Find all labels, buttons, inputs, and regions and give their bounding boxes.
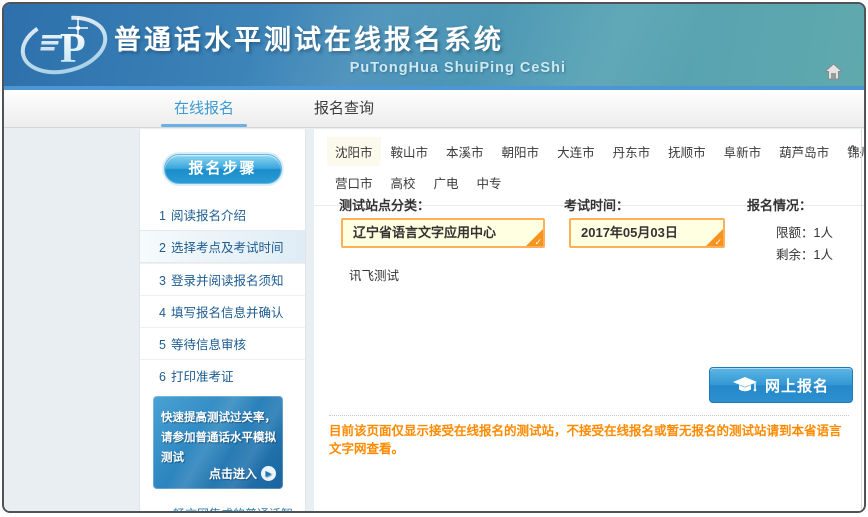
banner-line1: 快速提高测试过关率， (161, 408, 276, 428)
step-label: 登录并阅读报名须知 (171, 274, 284, 288)
city-tab[interactable]: 本溪市 (438, 137, 492, 166)
exam-time-label: 考试时间： (564, 195, 629, 214)
station-category-label: 测试站点分类： (339, 195, 430, 214)
station-selected-option[interactable]: 辽宁省语言文字应用中心 ✓ (341, 218, 545, 248)
step-login-read-notice[interactable]: 3 登录并阅读报名须知 (140, 263, 305, 295)
city-tab[interactable]: 营口市 (327, 168, 381, 197)
tab-registration-query[interactable]: 报名查询 (299, 90, 389, 127)
city-tab[interactable]: 葫芦岛市 (771, 137, 837, 166)
check-icon: ✓ (534, 238, 542, 247)
content-area: 报名步骤 1 阅读报名介绍 2 选择考点及考试时间 3 登录并阅读报名须知 4 填写报名… (4, 129, 864, 511)
selection-form: 测试站点分类： 辽宁省语言文字应用中心 ✓ 讯飞测试 考试时间： 2017年05… (314, 195, 864, 355)
city-tab[interactable]: 鞍山市 (383, 137, 437, 166)
station-option-xunfei[interactable]: 讯飞测试 (349, 265, 399, 284)
step-print-ticket[interactable]: 6 打印准考证 (140, 359, 305, 391)
station-selected-text: 辽宁省语言文字应用中心 (353, 225, 496, 240)
graduation-cap-icon (733, 377, 757, 394)
city-tab-secondary[interactable]: 中专 (469, 168, 510, 197)
page-subtitle: PuTongHua ShuiPing CeShi (114, 60, 566, 76)
banner-line2: 请参加普通话水平模拟测试 (161, 428, 276, 468)
banner-text: 快速提高测试过关率， 请参加普通话水平模拟测试 (153, 396, 283, 468)
main-nav: 在线报名 报名查询 (4, 90, 864, 128)
step-choose-site-time[interactable]: 2 选择考点及考试时间 (140, 230, 305, 263)
step-label: 等待信息审核 (171, 338, 246, 352)
quota-limit: 限额：1人 (776, 222, 833, 241)
quota-remaining: 剩余：1人 (776, 244, 833, 263)
step-number: 6 (159, 370, 166, 384)
banner-cta-label: 点击进入 (209, 465, 257, 482)
step-number: 4 (159, 306, 166, 320)
step-label: 填写报名信息并确认 (171, 306, 284, 320)
online-register-button[interactable]: 网上报名 (709, 367, 853, 403)
step-label: 阅读报名介绍 (171, 209, 246, 223)
city-tab[interactable]: 朝阳市 (494, 137, 548, 166)
play-icon: ▶ (261, 466, 276, 481)
city-tab[interactable]: 抚顺市 (660, 137, 714, 166)
city-tabs-row1: 沈阳市 鞍山市 本溪市 朝阳市 大连市 丹东市 抚顺市 阜新市 葫芦岛市 锦州市… (327, 137, 840, 166)
step-number: 1 (159, 209, 166, 223)
exam-date-selected-option[interactable]: 2017年05月03日 ✓ (569, 218, 725, 248)
step-label: 打印准考证 (171, 370, 234, 384)
city-tab[interactable]: 阜新市 (716, 137, 770, 166)
city-tab[interactable]: 大连市 (549, 137, 603, 166)
title-block: 普通话水平测试在线报名系统 PuTongHua ShuiPing CeShi (114, 18, 566, 76)
register-button-label: 网上报名 (765, 375, 829, 396)
banner-cta[interactable]: 点击进入 ▶ (209, 465, 276, 482)
city-tab-shenyang[interactable]: 沈阳市 (327, 137, 381, 166)
page-title: 普通话水平测试在线报名系统 (114, 18, 566, 57)
step-number: 3 (159, 274, 166, 288)
home-icon[interactable] (825, 64, 842, 80)
registration-status-label: 报名情况： (747, 195, 812, 214)
step-fill-info-confirm[interactable]: 4 填写报名信息并确认 (140, 295, 305, 327)
city-tab-colleges[interactable]: 高校 (383, 168, 424, 197)
mock-test-banner[interactable]: 快速提高测试过关率， 请参加普通话水平模拟测试 点击进入 ▶ (153, 396, 283, 489)
chevron-up-icon[interactable]: ∧ (846, 143, 858, 154)
app-window: P 普通话水平测试在线报名系统 PuTongHua ShuiPing CeShi… (2, 2, 866, 513)
city-tab[interactable]: 丹东市 (605, 137, 659, 166)
header: P 普通话水平测试在线报名系统 PuTongHua ShuiPing CeShi (4, 4, 864, 86)
exam-date-text: 2017年05月03日 (581, 225, 678, 240)
sidebar-description: 畅言网集成的普通话智能评测技术已经成功运用于上海、安徽等多个省市的普通话水平 (149, 501, 298, 513)
sidebar: 报名步骤 1 阅读报名介绍 2 选择考点及考试时间 3 登录并阅读报名须知 4 填写报名… (139, 129, 306, 511)
main-panel: 沈阳市 鞍山市 本溪市 朝阳市 大连市 丹东市 抚顺市 阜新市 葫芦岛市 锦州市… (314, 129, 864, 511)
divider (329, 415, 849, 416)
app-logo-icon: P (16, 10, 112, 80)
step-number: 5 (159, 338, 166, 352)
step-number: 2 (159, 241, 166, 255)
step-wait-review[interactable]: 5 等待信息审核 (140, 327, 305, 359)
steps-header-button[interactable]: 报名步骤 (164, 154, 282, 184)
city-tab-broadcast[interactable]: 广电 (426, 168, 467, 197)
check-icon: ✓ (714, 238, 722, 247)
steps-list: 1 阅读报名介绍 2 选择考点及考试时间 3 登录并阅读报名须知 4 填写报名信息并确认… (140, 199, 305, 391)
svg-text:P: P (60, 26, 86, 72)
step-read-intro[interactable]: 1 阅读报名介绍 (140, 199, 305, 230)
step-label: 选择考点及考试时间 (171, 241, 284, 255)
page-notice: 目前该页面仅显示接受在线报名的测试站，不接受在线报名或暂无报名的测试站请到本省语… (329, 422, 852, 458)
tab-online-registration[interactable]: 在线报名 (159, 90, 249, 127)
